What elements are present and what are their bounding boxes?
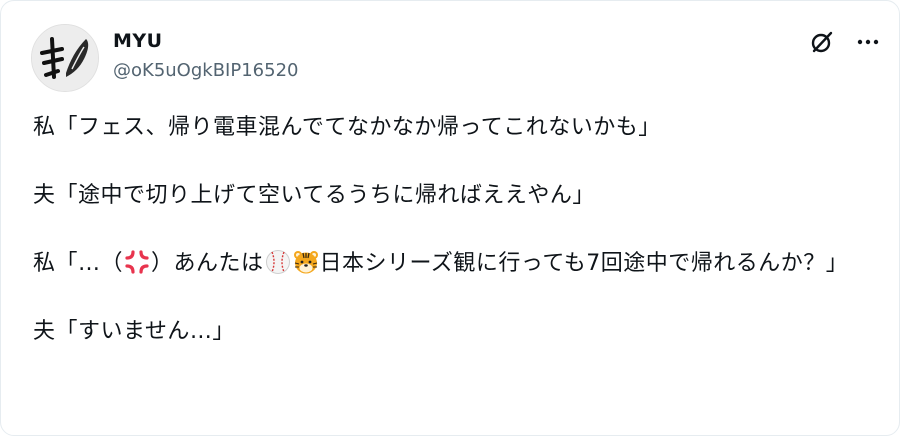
text-segment: 日本シリーズ観に行っても7回途中で帰れるんか？」 [319,251,849,276]
display-name[interactable]: MYU [113,29,298,53]
text-segment: ）あんたは [151,251,264,276]
post-card[interactable]: MYU @oK5uOgkBIP16520 私「フェス、帰り電車混んでてなかなか帰… [0,0,900,436]
post-paragraph: 夫「途中で切り上げて空いてるうちに帰ればええやん」 [33,183,595,208]
post-header: MYU @oK5uOgkBIP16520 [31,24,298,92]
avatar[interactable] [31,24,99,92]
post-paragraph: 夫「すいません…」 [33,319,235,344]
text-segment: 私「…（ [33,251,124,276]
more-icon[interactable] [853,27,883,57]
tiger-face-emoji [293,249,319,275]
post-text: 私「フェス、帰り電車混んでてなかなか帰ってこれないかも」 夫「途中で切り上げて空… [33,111,885,383]
baseball-emoji [265,249,291,275]
post-actions [807,27,883,57]
grok-icon[interactable] [807,27,837,57]
post-paragraph: 私「…（ ）あんたは 日本シリーズ観に行っても7回途中で帰れるんか？」 [33,247,885,281]
user-handle[interactable]: @oK5uOgkBIP16520 [113,59,298,83]
post-paragraph: 私「フェス、帰り電車混んでてなかなか帰ってこれないかも」 [33,115,661,140]
anger-symbol-emoji [124,249,150,275]
